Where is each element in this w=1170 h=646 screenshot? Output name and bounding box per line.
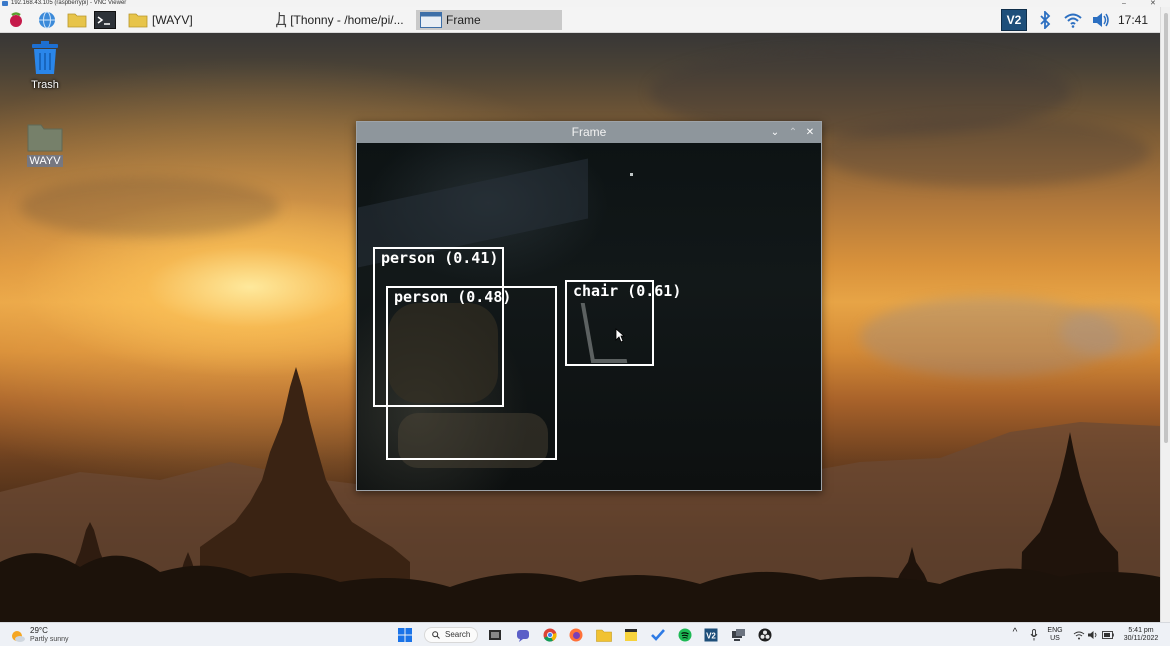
search-label: Search [445, 630, 471, 639]
globe-icon[interactable] [36, 10, 58, 30]
trash-icon [32, 41, 58, 74]
detection-box-person-2 [386, 286, 557, 460]
thonny-icon: Ꚁ [276, 12, 287, 29]
close-button[interactable]: ✕ [802, 122, 818, 143]
folder-icon[interactable] [66, 10, 88, 30]
spotify-icon[interactable] [677, 627, 693, 643]
chrome-icon[interactable] [542, 627, 558, 643]
remote-desktop-icon[interactable] [730, 627, 746, 643]
mouse-cursor-icon [615, 328, 625, 343]
teams-chat-icon[interactable] [515, 627, 531, 643]
vnc-icon[interactable]: V2 [1001, 9, 1027, 31]
region-code: US [1050, 635, 1060, 642]
taskbar-clock[interactable]: 5:41 pm 30/11/2022 [1118, 627, 1164, 643]
weather-temperature[interactable]: 29°C [30, 626, 48, 635]
detection-label: chair (0.61) [573, 282, 682, 300]
detection-label: person (0.41) [381, 249, 499, 267]
detection-label: person (0.48) [394, 288, 512, 306]
desktop-icon-trash[interactable]: Trash [15, 40, 75, 91]
desktop-icon-label: WAYV [27, 155, 63, 167]
todo-icon[interactable] [650, 627, 666, 643]
windows-taskbar: 29°C Partly sunny Search V2 ^ ENG US 5:4… [0, 622, 1170, 646]
sticky-notes-icon[interactable] [623, 627, 639, 643]
sun-cloud-icon[interactable] [10, 628, 26, 644]
camera-feed: person (0.41) person (0.48) chair (0.61) [358, 143, 821, 490]
file-explorer-icon[interactable] [596, 627, 612, 643]
taskbar-item-thonny[interactable]: Ꚁ [Thonny - /home/pi/... [272, 10, 408, 30]
taskbar-time: 5:41 pm [1128, 627, 1154, 634]
tray-chevron-icon[interactable]: ^ [1010, 628, 1020, 638]
desktop-icon-label: Trash [31, 79, 59, 91]
taskbar-item-wayv[interactable]: [WAYV] [124, 10, 197, 30]
battery-icon[interactable] [1100, 627, 1116, 643]
bluetooth-icon[interactable] [1034, 10, 1056, 30]
wifi-icon[interactable] [1062, 10, 1084, 30]
svg-text:V2: V2 [706, 632, 716, 641]
vnc-close-button[interactable]: ✕ [1150, 0, 1156, 7]
window-title: Frame [571, 125, 607, 139]
scrollbar-thumb[interactable] [1164, 13, 1168, 443]
weather-description[interactable]: Partly sunny [30, 635, 69, 644]
taskbar-item-frame[interactable]: Frame [416, 10, 562, 30]
desktop-icon-wayv[interactable]: WAYV [15, 122, 75, 167]
taskbar-item-label: Frame [446, 13, 481, 27]
microphone-icon[interactable] [1026, 627, 1042, 643]
minimize-button[interactable]: ⌄ [767, 122, 783, 143]
raspberry-pi-panel: [WAYV] Ꚁ [Thonny - /home/pi/... Frame V2… [0, 7, 1160, 33]
taskbar-search[interactable]: Search [424, 627, 478, 643]
window-icon [420, 12, 442, 28]
folder-icon [128, 13, 148, 28]
obs-icon[interactable] [757, 627, 773, 643]
vnc-window-title: 192.168.43.105 (raspberrypi) - VNC Viewe… [11, 0, 127, 6]
taskbar-date: 30/11/2022 [1123, 635, 1159, 642]
search-icon [432, 631, 440, 639]
windows-start-icon[interactable] [397, 627, 413, 643]
frame-window[interactable]: Frame ⌄ ⌃ ✕ person (0.41) person (0.48) … [356, 121, 822, 491]
task-view-icon[interactable] [487, 627, 503, 643]
maximize-button[interactable]: ⌃ [785, 122, 801, 143]
vnc-viewer-icon [2, 1, 8, 6]
language-code: ENG [1047, 627, 1063, 634]
frame-titlebar[interactable]: Frame ⌄ ⌃ ✕ [357, 122, 821, 143]
vnc-minimize-button[interactable]: – [1122, 0, 1126, 7]
terminal-icon[interactable] [94, 10, 116, 30]
folder-icon [27, 124, 63, 152]
vnc-viewer-titlebar: 192.168.43.105 (raspberrypi) - VNC Viewe… [0, 0, 1170, 7]
taskbar-item-label: [Thonny - /home/pi/... [290, 13, 404, 27]
speaker-icon[interactable] [1085, 627, 1101, 643]
vnc-scrollbar[interactable] [1160, 7, 1170, 622]
language-indicator[interactable]: ENG US [1044, 627, 1066, 643]
vnc-icon[interactable]: V2 [703, 627, 719, 643]
volume-icon[interactable] [1090, 10, 1112, 30]
taskbar-item-label: [WAYV] [152, 13, 193, 27]
panel-clock[interactable]: 17:41 [1118, 10, 1148, 30]
vnc-tray-text: V2 [1006, 13, 1022, 27]
raspberry-icon[interactable] [5, 10, 27, 30]
firefox-icon[interactable] [568, 627, 584, 643]
